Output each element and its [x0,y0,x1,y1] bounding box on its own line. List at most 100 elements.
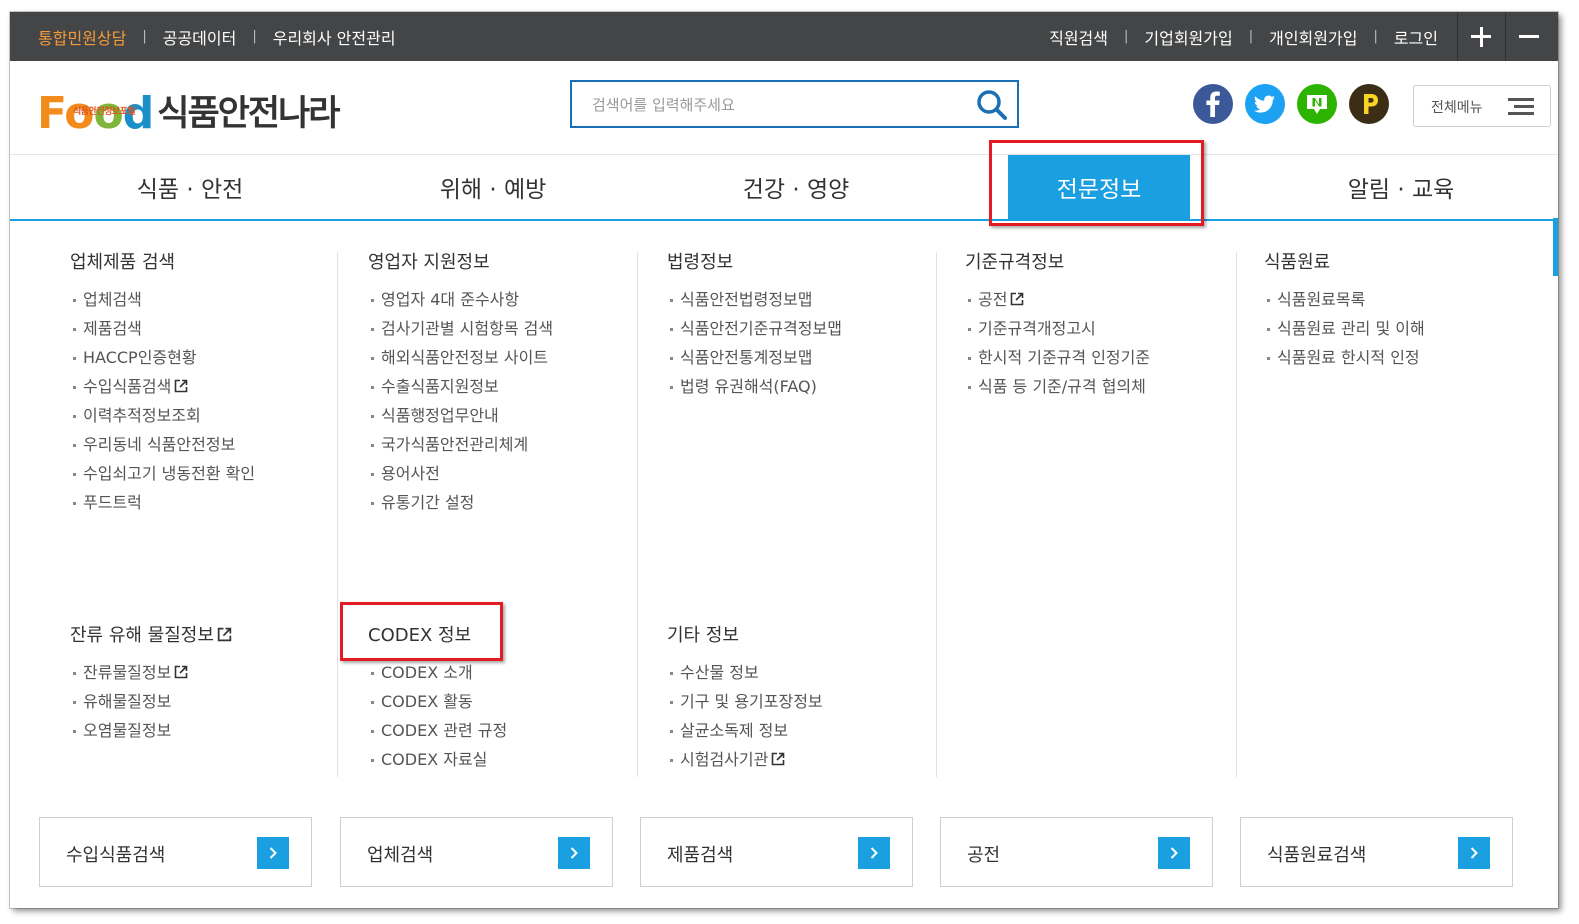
separator: | [142,29,147,44]
nav-tab-hazard-prevention[interactable]: 위해 · 예방 [343,155,643,219]
naver-blog-icon[interactable] [1297,84,1337,124]
menu-link[interactable]: 식품안전법령정보맵 [667,290,842,310]
facebook-glyph [1206,91,1220,117]
link-personal-signup[interactable]: 개인회원가입 [1269,25,1357,49]
logo-letter-f: F [37,88,65,139]
menu-link[interactable]: 수산물 정보 [667,663,823,683]
menu-link[interactable]: 식품원료 한시적 인정 [1264,348,1425,368]
search-icon [977,90,1007,120]
facebook-icon[interactable] [1193,84,1233,124]
menu-group-law-info: 법령정보 식품안전법령정보맵 식품안전기준규격정보맵 식품안전통계정보맵 법령 … [667,252,842,406]
quick-button-food-code[interactable]: 공전 [940,817,1213,887]
menu-link[interactable]: 살균소독제 정보 [667,721,823,741]
menu-link[interactable]: 검사기관별 시험항목 검색 [368,319,553,339]
menu-link[interactable]: 수출식품지원정보 [368,377,553,397]
menu-link-label: 잔류물질정보 [83,663,172,682]
utility-links-left: 통합민원상담 | 공공데이터 | 우리회사 안전관리 [38,12,396,61]
menu-link[interactable]: 영업자 4대 준수사항 [368,290,553,310]
menu-link[interactable]: 수입쇠고기 냉동전환 확인 [70,464,255,484]
menu-link[interactable]: 오염물질정보 [70,721,233,741]
separator: | [1124,29,1129,44]
menu-link[interactable]: 우리동네 식품안전정보 [70,435,255,455]
chevron-right-icon [1458,837,1490,869]
menu-link[interactable]: 식품안전기준규격정보맵 [667,319,842,339]
menu-link[interactable]: 식품 등 기준/규격 협의체 [965,377,1150,397]
link-staff-search[interactable]: 직원검색 [1049,25,1108,49]
menu-group-title[interactable]: 업체제품 검색 [70,252,255,274]
menu-link-external[interactable]: 공전 [965,290,1150,310]
menu-group-title[interactable]: CODEX 정보 [368,625,507,647]
menu-link[interactable]: 기구 및 용기포장정보 [667,692,823,712]
nav-tab-health-nutrition[interactable]: 건강 · 영양 [646,155,946,219]
search-input[interactable] [572,82,984,128]
quick-button-label: 공전 [967,845,1001,866]
menu-link[interactable]: 이력추적정보조회 [70,406,255,426]
menu-link[interactable]: 기준규격개정고시 [965,319,1150,339]
menu-link[interactable]: CODEX 소개 [368,663,507,683]
site-logo[interactable]: 식품안전정보포털 Food 식품안전나라 [37,86,357,136]
menu-link[interactable]: 제품검색 [70,319,255,339]
menu-link-external[interactable]: 수입식품검색 [70,377,255,397]
utility-bar: 통합민원상담 | 공공데이터 | 우리회사 안전관리 직원검색 | 기업회원가입… [10,12,1558,61]
quick-button-label: 수입식품검색 [66,845,166,866]
quick-button-company-search[interactable]: 업체검색 [340,817,613,887]
menu-group-title-label: 잔류 유해 물질정보 [70,625,214,646]
link-login[interactable]: 로그인 [1394,25,1438,49]
menu-link[interactable]: 용어사전 [368,464,553,484]
external-link-icon [1011,292,1024,306]
scrollbar-thumb[interactable] [1553,218,1558,276]
menu-link[interactable]: CODEX 자료실 [368,750,507,770]
link-company-signup[interactable]: 기업회원가입 [1144,25,1232,49]
menu-group-business-support: 영업자 지원정보 영업자 4대 준수사항 검사기관별 시험항목 검색 해외식품안… [368,252,553,522]
quick-button-imported-food-search[interactable]: 수입식품검색 [39,817,312,887]
menu-group-title[interactable]: 기타 정보 [667,625,823,647]
naver-blog-glyph [1307,95,1327,114]
menu-link[interactable]: HACCP인증현황 [70,348,255,368]
menu-group-title[interactable]: 법령정보 [667,252,842,274]
menu-link[interactable]: 식품원료목록 [1264,290,1425,310]
zoom-in-button[interactable] [1457,12,1504,61]
menu-link[interactable]: 국가식품안전관리체계 [368,435,553,455]
main-navigation: 식품 · 안전 위해 · 예방 건강 · 영양 전문정보 알림 · 교육 [10,154,1558,221]
menu-group-company-product-search: 업체제품 검색 업체검색 제품검색 HACCP인증현황 수입식품검색 이력추적정… [70,252,255,522]
nav-tab-notice-education[interactable]: 알림 · 교육 [1251,155,1551,219]
link-public-data[interactable]: 공공데이터 [163,25,237,49]
link-company-safety[interactable]: 우리회사 안전관리 [273,25,396,49]
hamburger-bar-bottom [1508,112,1534,115]
quick-button-food-ingredient-search[interactable]: 식품원료검색 [1240,817,1513,887]
zoom-out-button[interactable] [1505,12,1552,61]
external-link-icon [217,627,232,642]
menu-link-external[interactable]: 잔류물질정보 [70,663,233,683]
menu-link[interactable]: 식품원료 관리 및 이해 [1264,319,1425,339]
menu-group-title[interactable]: 영업자 지원정보 [368,252,553,274]
separator: | [1373,29,1378,44]
search-button[interactable] [975,88,1009,122]
twitter-icon[interactable] [1245,84,1285,124]
menu-link-label: 시험검사기관 [680,750,769,769]
chevron-right-icon [257,837,289,869]
link-civil-consultation[interactable]: 통합민원상담 [38,25,126,49]
menu-link-external[interactable]: 시험검사기관 [667,750,823,770]
menu-link[interactable]: 해외식품안전정보 사이트 [368,348,553,368]
menu-group-title[interactable]: 기준규격정보 [965,252,1150,274]
plus-icon-vertical [1479,26,1483,47]
menu-link[interactable]: 업체검색 [70,290,255,310]
all-menu-button[interactable]: 전체메뉴 [1413,85,1551,127]
menu-link[interactable]: 식품행정업무안내 [368,406,553,426]
menu-link[interactable]: 푸드트럭 [70,493,255,513]
nav-tab-expert-info[interactable]: 전문정보 [1008,155,1190,219]
kakao-story-icon[interactable] [1349,84,1389,124]
menu-link[interactable]: CODEX 활동 [368,692,507,712]
menu-group-other-info: 기타 정보 수산물 정보 기구 및 용기포장정보 살균소독제 정보 시험검사기관 [667,625,823,779]
menu-group-title[interactable]: 식품원료 [1264,252,1425,274]
utility-links-right: 직원검색 | 기업회원가입 | 개인회원가입 | 로그인 [1049,12,1438,61]
menu-link[interactable]: 식품안전통계정보맵 [667,348,842,368]
menu-link[interactable]: 한시적 기준규격 인정기준 [965,348,1150,368]
menu-link[interactable]: 유통기간 설정 [368,493,553,513]
menu-group-title-external[interactable]: 잔류 유해 물질정보 [70,625,233,647]
menu-link[interactable]: CODEX 관련 규정 [368,721,507,741]
nav-tab-food-safety[interactable]: 식품 · 안전 [40,155,340,219]
menu-link[interactable]: 유해물질정보 [70,692,233,712]
quick-button-product-search[interactable]: 제품검색 [640,817,913,887]
menu-link[interactable]: 법령 유권해석(FAQ) [667,377,842,397]
